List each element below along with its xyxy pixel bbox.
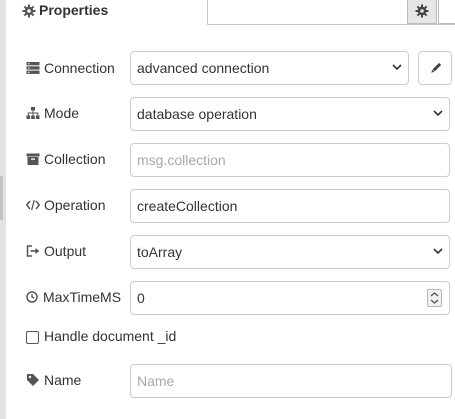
node-settings-button[interactable] xyxy=(407,0,437,24)
collection-label-row: Collection xyxy=(26,149,105,169)
mode-value: database operation xyxy=(137,106,257,122)
server-icon xyxy=(26,62,40,74)
mode-label-row: Mode xyxy=(26,103,79,123)
tab-title: Properties xyxy=(39,2,109,18)
code-icon xyxy=(26,199,40,211)
mode-label: Mode xyxy=(44,105,80,121)
chevron-down-icon xyxy=(392,64,402,71)
chevron-down-icon xyxy=(433,248,443,255)
maxtimems-label: MaxTimeMS xyxy=(43,289,122,305)
output-select[interactable]: toArray xyxy=(130,235,450,269)
edit-connection-button[interactable] xyxy=(418,51,452,85)
mode-select[interactable]: database operation xyxy=(130,97,450,131)
operation-label: Operation xyxy=(44,197,106,213)
node-description-button[interactable] xyxy=(438,0,455,24)
name-input[interactable]: Name xyxy=(130,364,452,398)
handle-id-checkbox[interactable] xyxy=(26,331,39,344)
name-placeholder: Name xyxy=(137,373,175,389)
number-spinner[interactable] xyxy=(427,289,442,307)
output-value: toArray xyxy=(137,244,183,260)
maxtimems-label-row: MaxTimeMS xyxy=(26,287,121,307)
sitemap-icon xyxy=(26,107,40,119)
connection-label: Connection xyxy=(44,60,115,76)
chevron-up-icon[interactable] xyxy=(430,292,439,297)
sign-out-icon xyxy=(26,245,40,257)
pencil-icon xyxy=(431,62,442,73)
collection-input[interactable]: msg.collection xyxy=(130,143,450,177)
archive-icon xyxy=(26,153,40,165)
output-label-row: Output xyxy=(26,241,86,261)
handle-id-label: Handle document _id xyxy=(44,328,177,344)
collection-placeholder: msg.collection xyxy=(137,152,226,168)
maxtimems-input[interactable]: 0 xyxy=(130,281,450,315)
tab-bar: Properties xyxy=(6,0,455,25)
maxtimems-value: 0 xyxy=(137,290,145,306)
tag-icon xyxy=(27,374,39,386)
cog-icon xyxy=(22,4,36,18)
name-label: Name xyxy=(44,372,82,388)
operation-label-row: Operation xyxy=(26,195,105,215)
clock-icon xyxy=(26,291,38,303)
gear-icon xyxy=(415,4,429,18)
tab-properties[interactable]: Properties xyxy=(6,0,208,25)
chevron-down-icon xyxy=(433,110,443,117)
connection-value: advanced connection xyxy=(137,60,270,76)
chevron-down-icon[interactable] xyxy=(430,299,439,304)
collection-label: Collection xyxy=(44,151,106,167)
name-label-row: Name xyxy=(26,370,81,390)
operation-input[interactable]: createCollection xyxy=(130,189,450,223)
connection-label-row: Connection xyxy=(26,58,115,78)
output-label: Output xyxy=(44,243,87,259)
resize-handle[interactable] xyxy=(0,176,3,220)
operation-value: createCollection xyxy=(137,198,238,214)
connection-select[interactable]: advanced connection xyxy=(130,51,409,85)
